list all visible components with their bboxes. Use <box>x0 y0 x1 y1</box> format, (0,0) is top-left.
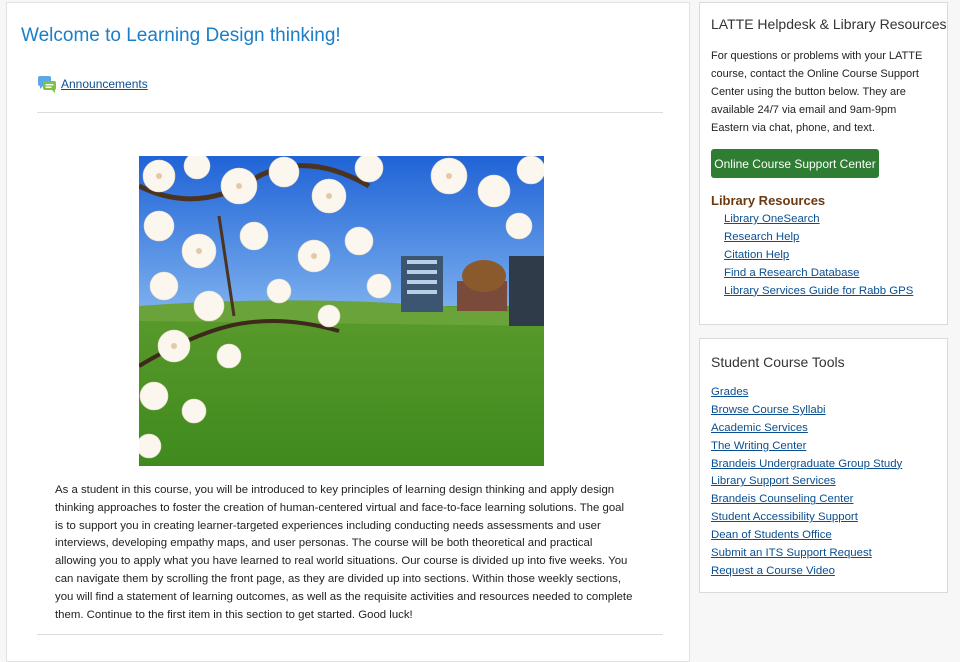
list-item: Find a Research Database <box>724 265 913 283</box>
tool-link-counseling[interactable]: Brandeis Counseling Center <box>711 493 853 505</box>
tool-link-accessibility[interactable]: Student Accessibility Support <box>711 511 858 523</box>
tool-link-course-video[interactable]: Request a Course Video <box>711 565 835 577</box>
tool-link-library-support[interactable]: Library Support Services <box>711 475 836 487</box>
library-links: Library OneSearch Research Help Citation… <box>724 211 913 300</box>
online-course-support-button[interactable]: Online Course Support Center <box>711 149 879 178</box>
student-tools-title: Student Course Tools <box>711 354 845 370</box>
section-divider <box>37 112 663 113</box>
helpdesk-card: LATTE Helpdesk & Library Resources For q… <box>699 2 948 325</box>
list-item: Student Accessibility Support <box>711 509 902 527</box>
announcements-link[interactable]: Announcements <box>61 77 148 91</box>
library-link[interactable]: Citation Help <box>724 249 789 261</box>
list-item: Dean of Students Office <box>711 527 902 545</box>
list-item: Academic Services <box>711 420 902 438</box>
tool-link-dean-of-students[interactable]: Dean of Students Office <box>711 529 832 541</box>
list-item: Request a Course Video <box>711 563 902 581</box>
student-tools-links: Grades Browse Course Syllabi Academic Se… <box>711 384 902 581</box>
forum-icon <box>37 75 57 93</box>
announcements-row: Announcements <box>37 75 148 93</box>
tool-link-syllabi[interactable]: Browse Course Syllabi <box>711 404 826 416</box>
student-tools-card: Student Course Tools Grades Browse Cours… <box>699 338 948 593</box>
library-link[interactable]: Find a Research Database <box>724 267 860 279</box>
list-item: Browse Course Syllabi <box>711 402 902 420</box>
list-item: Library OneSearch <box>724 211 913 229</box>
list-item: Grades <box>711 384 902 402</box>
library-link[interactable]: Research Help <box>724 231 799 243</box>
helpdesk-text: For questions or problems with your LATT… <box>711 50 923 134</box>
section-divider-bottom <box>37 634 663 635</box>
tool-link-group-study[interactable]: Brandeis Undergraduate Group Study <box>711 458 902 470</box>
list-item: Brandeis Undergraduate Group Study <box>711 456 902 474</box>
main-content: Welcome to Learning Design thinking! Ann… <box>6 2 690 662</box>
library-resources-heading: Library Resources <box>711 193 826 208</box>
tool-link-writing-center[interactable]: The Writing Center <box>711 440 806 452</box>
list-item: Library Support Services <box>711 473 902 491</box>
library-link[interactable]: Library OneSearch <box>724 213 820 225</box>
list-item: Library Services Guide for Rabb GPS <box>724 283 913 301</box>
list-item: Research Help <box>724 229 913 247</box>
list-item: The Writing Center <box>711 438 902 456</box>
course-description: As a student in this course, you will be… <box>55 484 633 621</box>
tool-link-grades[interactable]: Grades <box>711 386 748 398</box>
list-item: Brandeis Counseling Center <box>711 491 902 509</box>
helpdesk-title: LATTE Helpdesk & Library Resources <box>711 16 947 32</box>
campus-magnolia-photo <box>139 156 544 466</box>
list-item: Citation Help <box>724 247 913 265</box>
tool-link-its-support[interactable]: Submit an ITS Support Request <box>711 547 872 559</box>
library-link[interactable]: Library Services Guide for Rabb GPS <box>724 285 913 297</box>
page-title: Welcome to Learning Design thinking! <box>21 25 341 46</box>
tool-link-academic-services[interactable]: Academic Services <box>711 422 808 434</box>
list-item: Submit an ITS Support Request <box>711 545 902 563</box>
